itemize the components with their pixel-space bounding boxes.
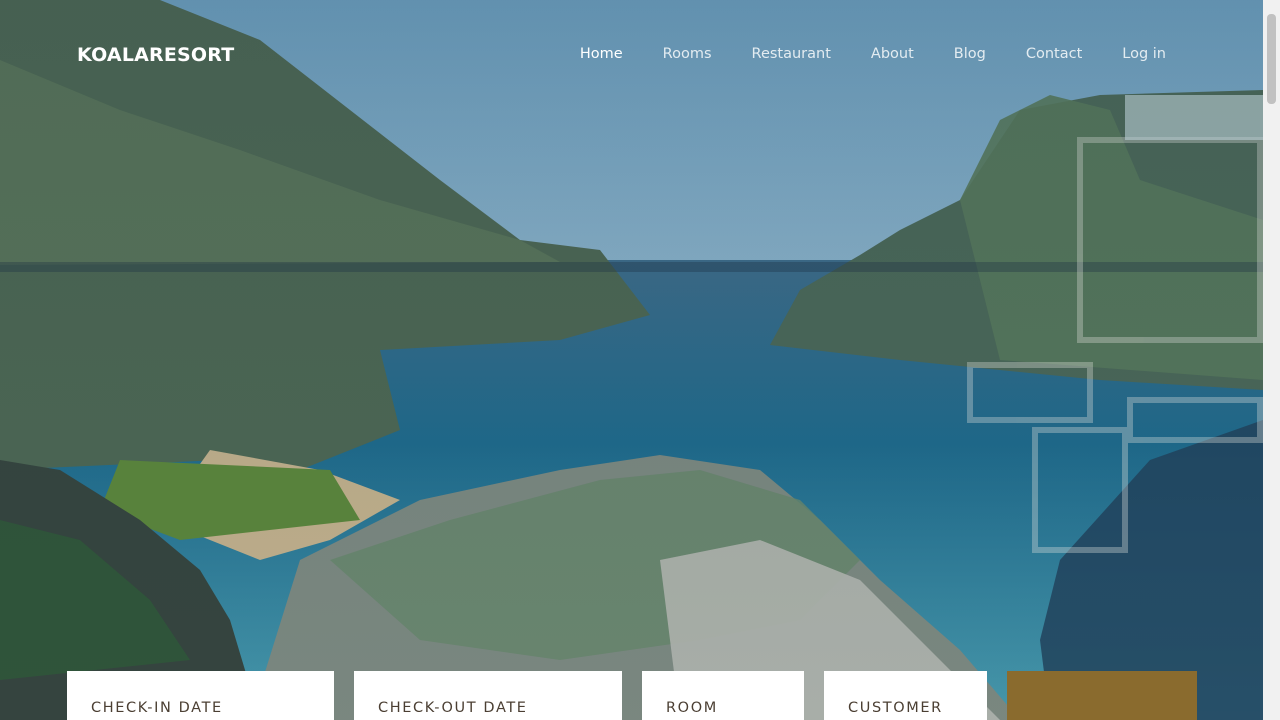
- room-label: ROOM: [666, 700, 718, 716]
- customer-select[interactable]: CUSTOMER: [824, 671, 987, 720]
- page-scrollbar[interactable]: [1263, 0, 1280, 720]
- nav-contact[interactable]: Contact: [1026, 46, 1082, 62]
- checkin-date-field[interactable]: CHECK-IN DATE: [67, 671, 334, 720]
- customer-label: CUSTOMER: [848, 700, 943, 716]
- nav-blog[interactable]: Blog: [954, 46, 986, 62]
- nav-about[interactable]: About: [871, 46, 914, 62]
- nav-restaurant[interactable]: Restaurant: [752, 46, 831, 62]
- check-availability-button[interactable]: [1007, 671, 1197, 720]
- top-navbar: KOALARESORT Home Rooms Restaurant About …: [0, 0, 1263, 112]
- main-nav: Home Rooms Restaurant About Blog Contact…: [540, 46, 1166, 62]
- brand-logo[interactable]: KOALARESORT: [77, 44, 234, 66]
- checkin-date-label: CHECK-IN DATE: [91, 700, 223, 716]
- nav-rooms[interactable]: Rooms: [663, 46, 712, 62]
- room-select[interactable]: ROOM: [642, 671, 804, 720]
- checkout-date-field[interactable]: CHECK-OUT DATE: [354, 671, 622, 720]
- nav-login[interactable]: Log in: [1122, 46, 1166, 62]
- scrollbar-thumb[interactable]: [1267, 14, 1276, 104]
- checkout-date-label: CHECK-OUT DATE: [378, 700, 528, 716]
- nav-home[interactable]: Home: [580, 46, 623, 62]
